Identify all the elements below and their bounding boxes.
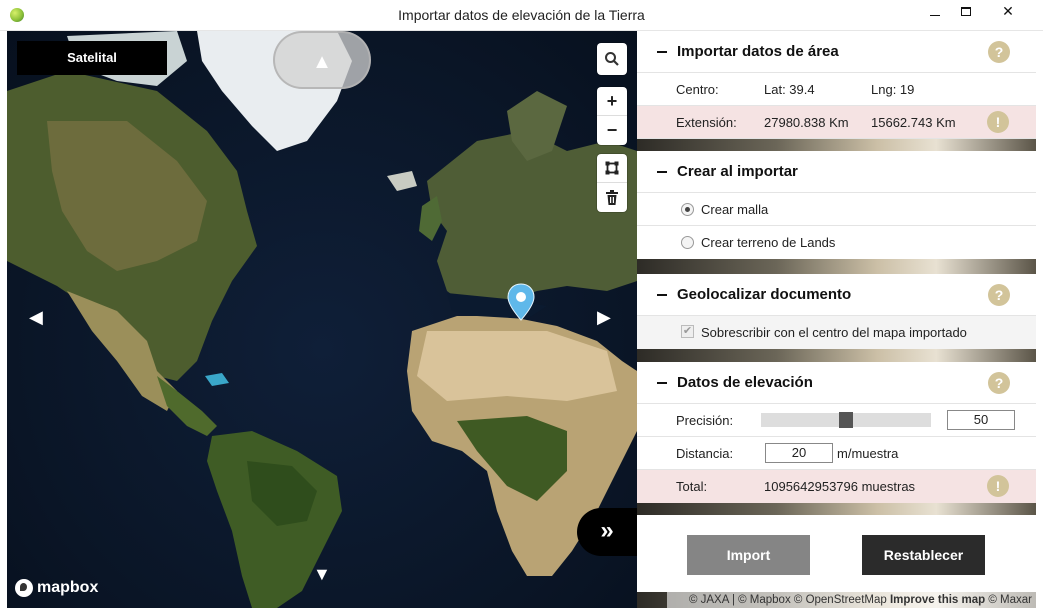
settings-panel: Importar datos de área ? Centro: Lat: 39… bbox=[637, 31, 1036, 608]
help-icon[interactable]: ? bbox=[988, 283, 1010, 306]
section-create-header[interactable]: Crear al importar bbox=[637, 151, 1036, 193]
overwrite-label: Sobrescribir con el centro del mapa impo… bbox=[701, 325, 967, 340]
square-draw-icon[interactable] bbox=[597, 154, 627, 183]
pan-right-button[interactable]: ▶ bbox=[597, 307, 611, 328]
collapse-icon bbox=[657, 50, 667, 53]
mapbox-logo[interactable]: mapbox bbox=[15, 579, 98, 597]
reset-button[interactable]: Restablecer bbox=[862, 535, 985, 575]
precision-slider-thumb[interactable] bbox=[839, 412, 853, 428]
total-row: Total: 1095642953796 muestras ! bbox=[637, 470, 1036, 503]
overwrite-row: ✔ Sobrescribir con el centro del mapa im… bbox=[637, 316, 1036, 349]
extent-label: Extensión: bbox=[676, 114, 737, 130]
search-icon[interactable] bbox=[597, 43, 627, 75]
window-title: Importar datos de elevación de la Tierra bbox=[398, 7, 645, 23]
collapse-icon bbox=[657, 293, 667, 296]
overwrite-checkbox[interactable]: ✔ bbox=[681, 325, 694, 338]
pan-left-button[interactable]: ◀ bbox=[29, 307, 43, 328]
terrain-radio[interactable] bbox=[681, 236, 694, 249]
mesh-radio[interactable] bbox=[681, 203, 694, 216]
section-elevation: Datos de elevación ? Precisión: 50 Dista… bbox=[637, 362, 1036, 503]
zoom-in-button[interactable]: + bbox=[597, 87, 627, 116]
map-view[interactable]: Satelital ▲ + − ◀ ▶ ▼ » mapbox bbox=[7, 31, 637, 608]
trash-icon[interactable] bbox=[597, 183, 627, 212]
pan-up-button[interactable]: ▲ bbox=[273, 31, 371, 89]
distance-input[interactable]: 20 bbox=[765, 443, 833, 463]
extent-x: 27980.838 Km bbox=[764, 114, 849, 130]
help-icon[interactable]: ? bbox=[988, 40, 1010, 63]
distance-label: Distancia: bbox=[676, 445, 734, 461]
total-value: 1095642953796 muestras bbox=[764, 479, 916, 494]
expand-panel-button[interactable]: » bbox=[577, 508, 637, 556]
center-label: Centro: bbox=[676, 81, 719, 97]
collapse-icon bbox=[657, 381, 667, 384]
mapbox-icon bbox=[15, 579, 33, 597]
zoom-control: + − bbox=[597, 87, 627, 145]
extent-row: Extensión: 27980.838 Km 15662.743 Km ! bbox=[637, 106, 1036, 139]
minimize-icon bbox=[929, 15, 940, 16]
section-area-header[interactable]: Importar datos de área ? bbox=[637, 31, 1036, 73]
maximize-button[interactable] bbox=[950, 0, 981, 24]
attribution-tail: © Maxar bbox=[985, 594, 1032, 606]
extent-y: 15662.743 Km bbox=[871, 114, 956, 130]
window-bottom-border bbox=[0, 608, 1043, 615]
precision-row: Precisión: 50 bbox=[637, 404, 1036, 437]
center-lat: Lat: 39.4 bbox=[764, 81, 815, 97]
zoom-out-button[interactable]: − bbox=[597, 116, 627, 145]
satellite-imagery bbox=[7, 31, 637, 608]
alert-icon[interactable]: ! bbox=[987, 111, 1009, 133]
precision-input[interactable]: 50 bbox=[947, 410, 1015, 430]
map-type-selector[interactable]: Satelital bbox=[17, 41, 167, 75]
distance-unit: m/muestra bbox=[837, 445, 899, 461]
distance-row: Distancia: 20 m/muestra bbox=[637, 437, 1036, 470]
section-geo-header[interactable]: Geolocalizar documento ? bbox=[637, 274, 1036, 316]
panel-footer: Import Restablecer bbox=[637, 515, 1036, 592]
option-mesh-row[interactable]: Crear malla bbox=[637, 193, 1036, 226]
draw-control bbox=[597, 154, 627, 212]
collapse-icon bbox=[657, 170, 667, 173]
map-attribution: © JAXA | © Mapbox © OpenStreetMap Improv… bbox=[667, 592, 1036, 608]
section-geo-title: Geolocalizar documento bbox=[677, 286, 852, 303]
precision-label: Precisión: bbox=[676, 412, 734, 428]
attribution-text: © JAXA | © Mapbox © OpenStreetMap bbox=[688, 594, 890, 606]
section-geo: Geolocalizar documento ? ✔ Sobrescribir … bbox=[637, 274, 1036, 349]
precision-slider[interactable] bbox=[761, 412, 931, 428]
center-lng: Lng: 19 bbox=[871, 81, 915, 97]
maximize-icon bbox=[960, 7, 971, 16]
location-pin-icon[interactable] bbox=[507, 283, 535, 321]
minimize-button[interactable] bbox=[919, 0, 950, 24]
section-area-title: Importar datos de área bbox=[677, 43, 839, 60]
center-row: Centro: Lat: 39.4 Lng: 19 bbox=[637, 73, 1036, 106]
option-terrain-row[interactable]: Crear terreno de Lands bbox=[637, 226, 1036, 259]
pan-down-button[interactable]: ▼ bbox=[313, 564, 331, 585]
improve-map-link[interactable]: Improve this map bbox=[890, 594, 985, 606]
mesh-option-label: Crear malla bbox=[701, 201, 769, 217]
section-elevation-title: Datos de elevación bbox=[677, 374, 813, 391]
section-create-title: Crear al importar bbox=[677, 163, 798, 180]
title-bar: Importar datos de elevación de la Tierra… bbox=[0, 0, 1043, 31]
close-button[interactable]: ✕ bbox=[987, 0, 1029, 24]
mapbox-logo-text: mapbox bbox=[37, 579, 99, 596]
terrain-option-label: Crear terreno de Lands bbox=[701, 235, 836, 250]
help-icon[interactable]: ? bbox=[988, 371, 1010, 394]
import-button[interactable]: Import bbox=[687, 535, 810, 575]
alert-icon[interactable]: ! bbox=[987, 475, 1009, 497]
section-elevation-header[interactable]: Datos de elevación ? bbox=[637, 362, 1036, 404]
map-search-control[interactable] bbox=[597, 43, 627, 75]
section-area: Importar datos de área ? Centro: Lat: 39… bbox=[637, 31, 1036, 139]
section-create: Crear al importar Crear malla Crear terr… bbox=[637, 151, 1036, 259]
total-label: Total: bbox=[676, 479, 708, 494]
